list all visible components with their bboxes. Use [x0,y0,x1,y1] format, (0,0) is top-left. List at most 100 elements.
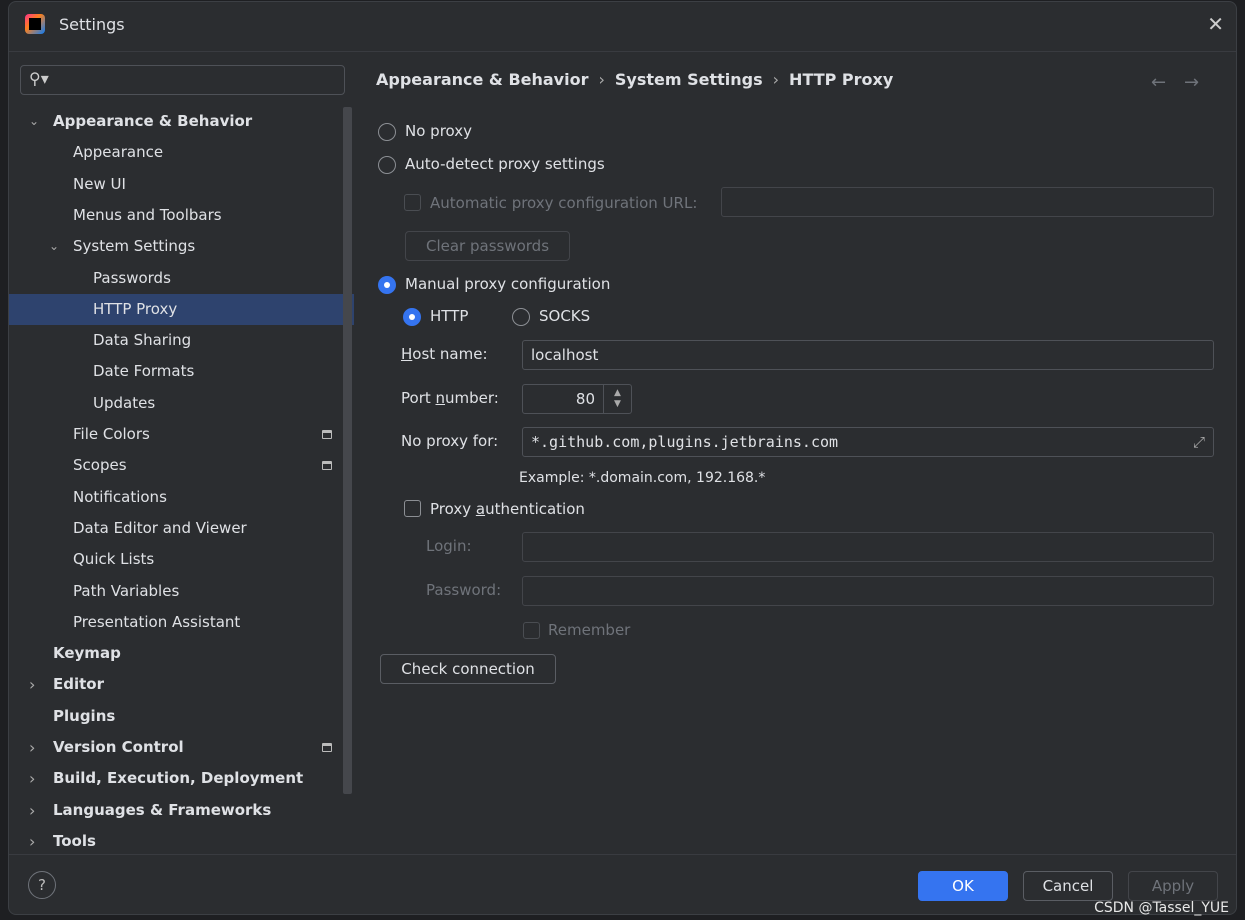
tree-item-label: Quick Lists [73,550,155,569]
tree-item[interactable]: Date Formats [9,356,354,387]
tree-item[interactable]: ⌄ Appearance & Behavior [9,106,354,137]
no-proxy-example: Example: *.domain.com, 192.168.* [519,470,766,486]
forward-arrow-icon[interactable]: → [1184,72,1199,93]
spinner-arrows-icon[interactable]: ▲ ▼ [603,385,631,413]
chevron-right-icon[interactable]: › [29,763,35,794]
tree-item[interactable]: Plugins [9,701,354,732]
no-proxy-for-value[interactable]: *.github.com,plugins.jetbrains.com [531,433,838,451]
socks-label[interactable]: SOCKS [539,307,590,325]
cancel-button[interactable]: Cancel [1023,871,1113,901]
tree-item[interactable]: › Build, Execution, Deployment [9,763,354,794]
login-label: Login: [426,537,472,555]
chevron-down-icon[interactable]: ⌄ [29,106,39,137]
tree-item[interactable]: Notifications [9,482,354,513]
watermark: CSDN @Tassel_YUE [1094,900,1229,916]
close-icon[interactable]: ✕ [1207,12,1224,36]
tree-item[interactable]: Updates [9,388,354,419]
proxy-authentication-checkbox[interactable] [404,500,421,517]
tree-item[interactable]: Scopes [9,450,354,481]
tree-item-label: Build, Execution, Deployment [53,769,304,788]
tree-item[interactable]: File Colors [9,419,354,450]
tree-item[interactable]: New UI [9,169,354,200]
breadcrumb-item[interactable]: Appearance & Behavior [376,70,588,89]
tree-item-label: Editor [53,675,104,694]
password-label: Password: [426,581,502,599]
settings-dialog: Settings ✕ ⚲▾ ⌄ Appearance & Behavior Appe… [8,1,1237,915]
tree-item-label: Updates [93,393,156,412]
title-bar: Settings ✕ [9,2,1236,52]
tree-item[interactable]: Menus and Toolbars [9,200,354,231]
tree-item-label: Data Editor and Viewer [73,518,247,537]
no-proxy-label[interactable]: No proxy [405,122,472,140]
tree-item[interactable]: Appearance [9,137,354,168]
tree-item-label: Path Variables [73,581,180,600]
project-level-icon [322,430,332,439]
http-radio[interactable] [403,308,421,326]
no-proxy-for-label: No proxy for: [401,432,499,450]
back-arrow-icon[interactable]: ← [1151,72,1166,93]
chevron-right-icon[interactable]: › [29,732,35,763]
manual-proxy-label[interactable]: Manual proxy configuration [405,275,610,293]
tree-item[interactable]: › Languages & Frameworks [9,795,354,826]
auto-detect-radio[interactable] [378,156,396,174]
socks-radio[interactable] [512,308,530,326]
tree-item-label: Scopes [73,456,127,475]
tree-item-label: Notifications [73,487,167,506]
help-button[interactable]: ? [28,871,56,899]
tree-item-label: Date Formats [93,362,195,381]
tree-item[interactable]: Passwords [9,263,354,294]
ok-button[interactable]: OK [918,871,1008,901]
tree-item[interactable]: › Tools [9,826,354,857]
check-connection-button[interactable]: Check connection [380,654,556,684]
chevron-right-icon[interactable]: › [29,826,35,857]
tree-item-label: Presentation Assistant [73,612,241,631]
dialog-footer: ? OK Cancel Apply [9,854,1236,914]
tree-item[interactable]: Presentation Assistant [9,607,354,638]
port-value[interactable]: 80 [576,385,595,413]
tree-item[interactable]: Keymap [9,638,354,669]
login-input [522,532,1214,562]
host-name-label: Host name: [401,345,488,363]
http-label[interactable]: HTTP [430,307,468,325]
tree-item[interactable]: › Version Control [9,732,354,763]
tree-item-label: Keymap [53,644,121,663]
tree-item-label: Menus and Toolbars [73,205,222,224]
tree-scrollbar[interactable] [343,107,352,794]
tree-item-label: Appearance & Behavior [53,112,253,130]
tree-item[interactable]: Data Editor and Viewer [9,513,354,544]
intellij-logo-icon [25,14,45,34]
port-number-label: Port number: [401,389,499,407]
auto-detect-label[interactable]: Auto-detect proxy settings [405,155,605,173]
tree-item[interactable]: HTTP Proxy [9,293,354,325]
manual-proxy-radio[interactable] [378,276,396,294]
expand-icon[interactable]: ⤢ [1193,428,1205,456]
tree-item-label: System Settings [73,237,196,256]
tree-item-label: File Colors [73,425,150,443]
tree-item[interactable]: Data Sharing [9,325,354,356]
breadcrumb: Appearance & Behavior › System Settings › HT… [376,70,894,89]
tree-item-label: Languages & Frameworks [53,800,272,819]
tree-item[interactable]: › Editor [9,669,354,700]
chevron-right-icon[interactable]: › [29,795,35,826]
breadcrumb-item: HTTP Proxy [789,70,894,89]
tree-item-label: Data Sharing [93,331,192,350]
tree-item[interactable]: ⌄ System Settings [9,231,354,262]
proxy-authentication-label[interactable]: Proxy authentication [430,500,585,518]
remember-label: Remember [548,621,631,639]
host-name-input[interactable]: localhost [522,340,1214,370]
settings-search-input[interactable]: ⚲▾ [20,65,345,95]
chevron-down-icon[interactable]: ⌄ [49,231,59,262]
no-proxy-radio[interactable] [378,123,396,141]
port-number-stepper[interactable]: 80 ▲ ▼ [522,384,632,414]
dialog-title: Settings [59,15,125,34]
tree-item-label: HTTP Proxy [93,299,178,318]
auto-url-checkbox [404,194,421,211]
tree-item[interactable]: Path Variables [9,576,354,607]
project-level-icon [322,743,332,752]
no-proxy-for-input[interactable]: *.github.com,plugins.jetbrains.com ⤢ [522,427,1214,457]
tree-item[interactable]: Quick Lists [9,544,354,575]
chevron-right-icon[interactable]: › [29,669,35,700]
breadcrumb-item[interactable]: System Settings [615,70,763,89]
tree-item-label: Tools [53,831,96,850]
remember-checkbox [523,622,540,639]
